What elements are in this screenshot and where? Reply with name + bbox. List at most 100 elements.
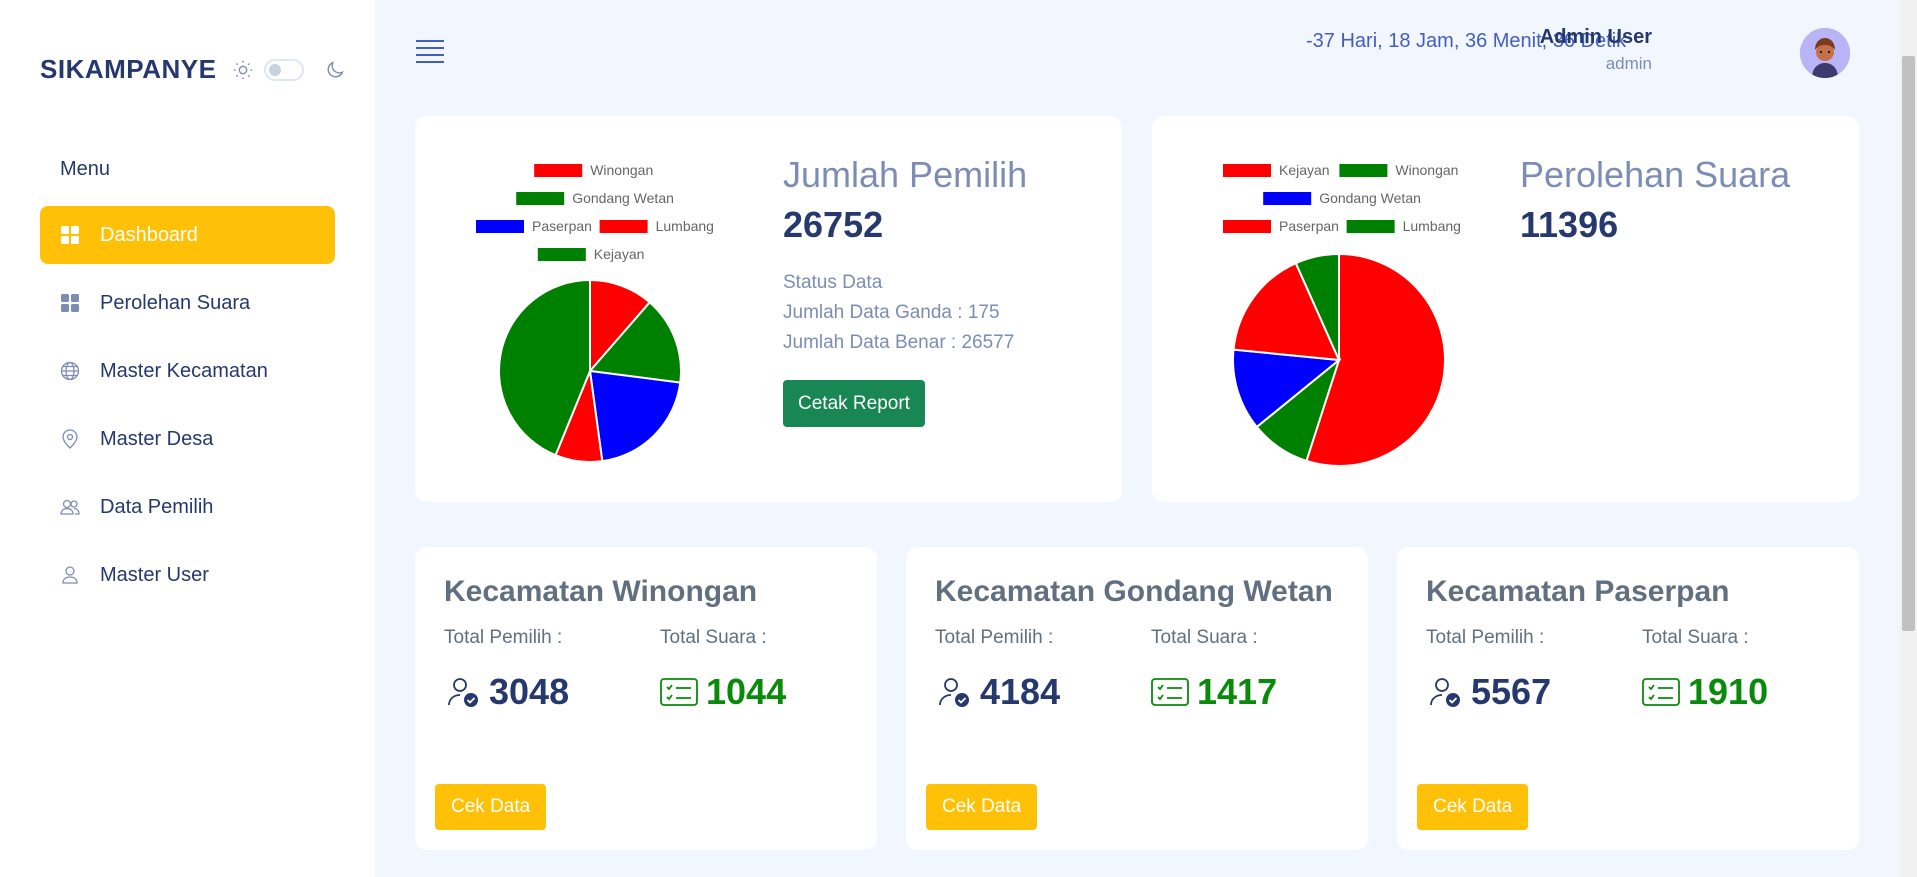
toggle-knob	[269, 63, 282, 76]
total-pemilih-value: 4184	[938, 671, 1060, 713]
legend-swatch	[537, 248, 586, 261]
pie-chart	[1232, 252, 1446, 467]
checklist-icon	[660, 678, 698, 706]
value-text: 1417	[1197, 671, 1278, 712]
legend-label: Kejayan	[594, 246, 645, 262]
menu-title: Menu	[60, 158, 111, 180]
hamburger-line	[416, 40, 444, 42]
total-suara-label: Total Suara :	[1151, 627, 1258, 648]
sidebar-item-label: Master User	[100, 563, 209, 586]
legend-swatch	[1339, 164, 1388, 177]
value-text: 5567	[1471, 671, 1552, 712]
sidebar-item-master-desa[interactable]: Master Desa	[40, 410, 335, 468]
kecamatan-title: Kecamatan Paserpan	[1426, 575, 1730, 608]
pie-chart	[498, 278, 682, 463]
brand-logo-text[interactable]: SIKAMPANYE	[40, 54, 216, 85]
total-suara-label: Total Suara :	[660, 627, 767, 648]
legend-swatch	[1263, 192, 1312, 205]
legend-label: Gondang Wetan	[572, 190, 674, 206]
card-title: Perolehan Suara	[1520, 154, 1791, 195]
moon-icon	[327, 60, 345, 77]
legend-swatch	[1346, 220, 1395, 233]
legend-label: Paserpan	[1279, 218, 1339, 234]
legend-swatch	[476, 220, 524, 233]
cek-data-button[interactable]: Cek Data	[926, 784, 1038, 830]
grid-icon	[60, 225, 80, 245]
status-title: Status Data	[783, 272, 883, 293]
sun-icon	[234, 60, 253, 79]
total-suara-value: 1044	[660, 671, 786, 713]
legend-swatch	[1223, 164, 1271, 177]
value-text: 1910	[1688, 671, 1769, 712]
kecamatan-card: Kecamatan Winongan Total Pemilih : Total…	[415, 547, 877, 850]
total-pemilih-value: 5567	[1429, 671, 1551, 713]
scrollbar-thumb[interactable]	[1902, 56, 1915, 631]
user-check-icon	[448, 678, 478, 707]
hamburger-line	[416, 54, 444, 56]
kecamatan-title: Kecamatan Winongan	[444, 575, 758, 608]
users-icon	[60, 497, 80, 517]
value-text: 4184	[980, 671, 1061, 712]
total-pemilih-label: Total Pemilih :	[1426, 627, 1545, 648]
sidebar-menu: Dashboard Perolehan Suara Master Kecamat…	[40, 206, 335, 614]
cek-data-button[interactable]: Cek Data	[435, 784, 547, 830]
user-check-icon	[1430, 678, 1460, 707]
hamburger-line	[416, 47, 444, 49]
pie-slice-paserpan[interactable]	[588, 369, 682, 463]
total-suara-value: 1910	[1642, 671, 1768, 713]
theme-toggle[interactable]	[264, 58, 305, 81]
checklist-icon	[1642, 678, 1680, 706]
checklist-icon	[1151, 678, 1189, 706]
legend-label: Winongan	[590, 162, 653, 178]
legend-swatch	[516, 192, 565, 205]
user-role: admin	[1605, 54, 1652, 73]
kecamatan-card: Kecamatan Paserpan Total Pemilih : Total…	[1397, 547, 1859, 850]
cetak-report-button[interactable]: Cetak Report	[783, 380, 925, 427]
data-benar: Jumlah Data Benar : 26577	[783, 332, 1015, 353]
chart-legend: Winongan Gondang Wetan Paserpan Lumbang Keja…	[476, 162, 714, 262]
chart-legend: Kejayan Winongan Gondang Wetan Paserpan Lumb…	[1223, 162, 1461, 234]
sidebar-item-perolehan-suara[interactable]: Perolehan Suara	[40, 274, 335, 332]
brand-row: SIKAMPANYE	[40, 54, 346, 85]
avatar[interactable]	[1800, 28, 1850, 78]
sidebar-item-master-user[interactable]: Master User	[40, 546, 335, 604]
legend-label: Lumbang	[1403, 218, 1461, 234]
sidebar-item-label: Perolehan Suara	[100, 291, 251, 314]
globe-icon	[60, 361, 80, 381]
total-pemilih-value: 3048	[447, 671, 569, 713]
value-text: 3048	[489, 671, 570, 712]
card-value: 26752	[783, 204, 884, 245]
cek-data-button[interactable]: Cek Data	[1417, 784, 1529, 830]
kecamatan-title: Kecamatan Gondang Wetan	[935, 575, 1333, 608]
legend-label: Paserpan	[532, 218, 592, 234]
sidebar-item-master-kecamatan[interactable]: Master Kecamatan	[40, 342, 335, 400]
jumlah-pemilih-card: Winongan Gondang Wetan Paserpan Lumbang Keja…	[415, 116, 1122, 502]
sidebar: SIKAMPANYE Menu Dashboard Perolehan Suar…	[0, 0, 375, 877]
kecamatan-card: Kecamatan Gondang Wetan Total Pemilih : …	[906, 547, 1368, 850]
legend-swatch	[1223, 220, 1271, 233]
legend-label: Gondang Wetan	[1319, 190, 1421, 206]
total-pemilih-label: Total Pemilih :	[935, 627, 1054, 648]
sidebar-item-label: Master Desa	[100, 427, 214, 450]
total-suara-label: Total Suara :	[1642, 627, 1749, 648]
grid-icon	[60, 293, 80, 313]
total-suara-value: 1417	[1151, 671, 1277, 713]
legend-label: Lumbang	[656, 218, 714, 234]
value-text: 1044	[706, 671, 787, 712]
scrollbar[interactable]	[1900, 0, 1917, 877]
map-pin-icon	[60, 429, 80, 449]
sidebar-item-data-pemilih[interactable]: Data Pemilih	[40, 478, 335, 536]
card-title: Jumlah Pemilih	[783, 154, 1028, 195]
total-pemilih-label: Total Pemilih :	[444, 627, 563, 648]
sidebar-item-label: Master Kecamatan	[100, 359, 268, 382]
sidebar-item-dashboard[interactable]: Dashboard	[40, 206, 335, 264]
legend-swatch	[599, 220, 648, 233]
user-name[interactable]: Admin User	[1540, 26, 1652, 49]
legend-label: Winongan	[1395, 162, 1458, 178]
menu-toggle-icon[interactable]	[416, 40, 444, 64]
card-value: 11396	[1520, 204, 1619, 245]
user-icon	[60, 565, 80, 585]
user-check-icon	[939, 678, 969, 707]
legend-label: Kejayan	[1279, 162, 1330, 178]
perolehan-suara-card: Kejayan Winongan Gondang Wetan Paserpan Lumb…	[1152, 116, 1859, 502]
